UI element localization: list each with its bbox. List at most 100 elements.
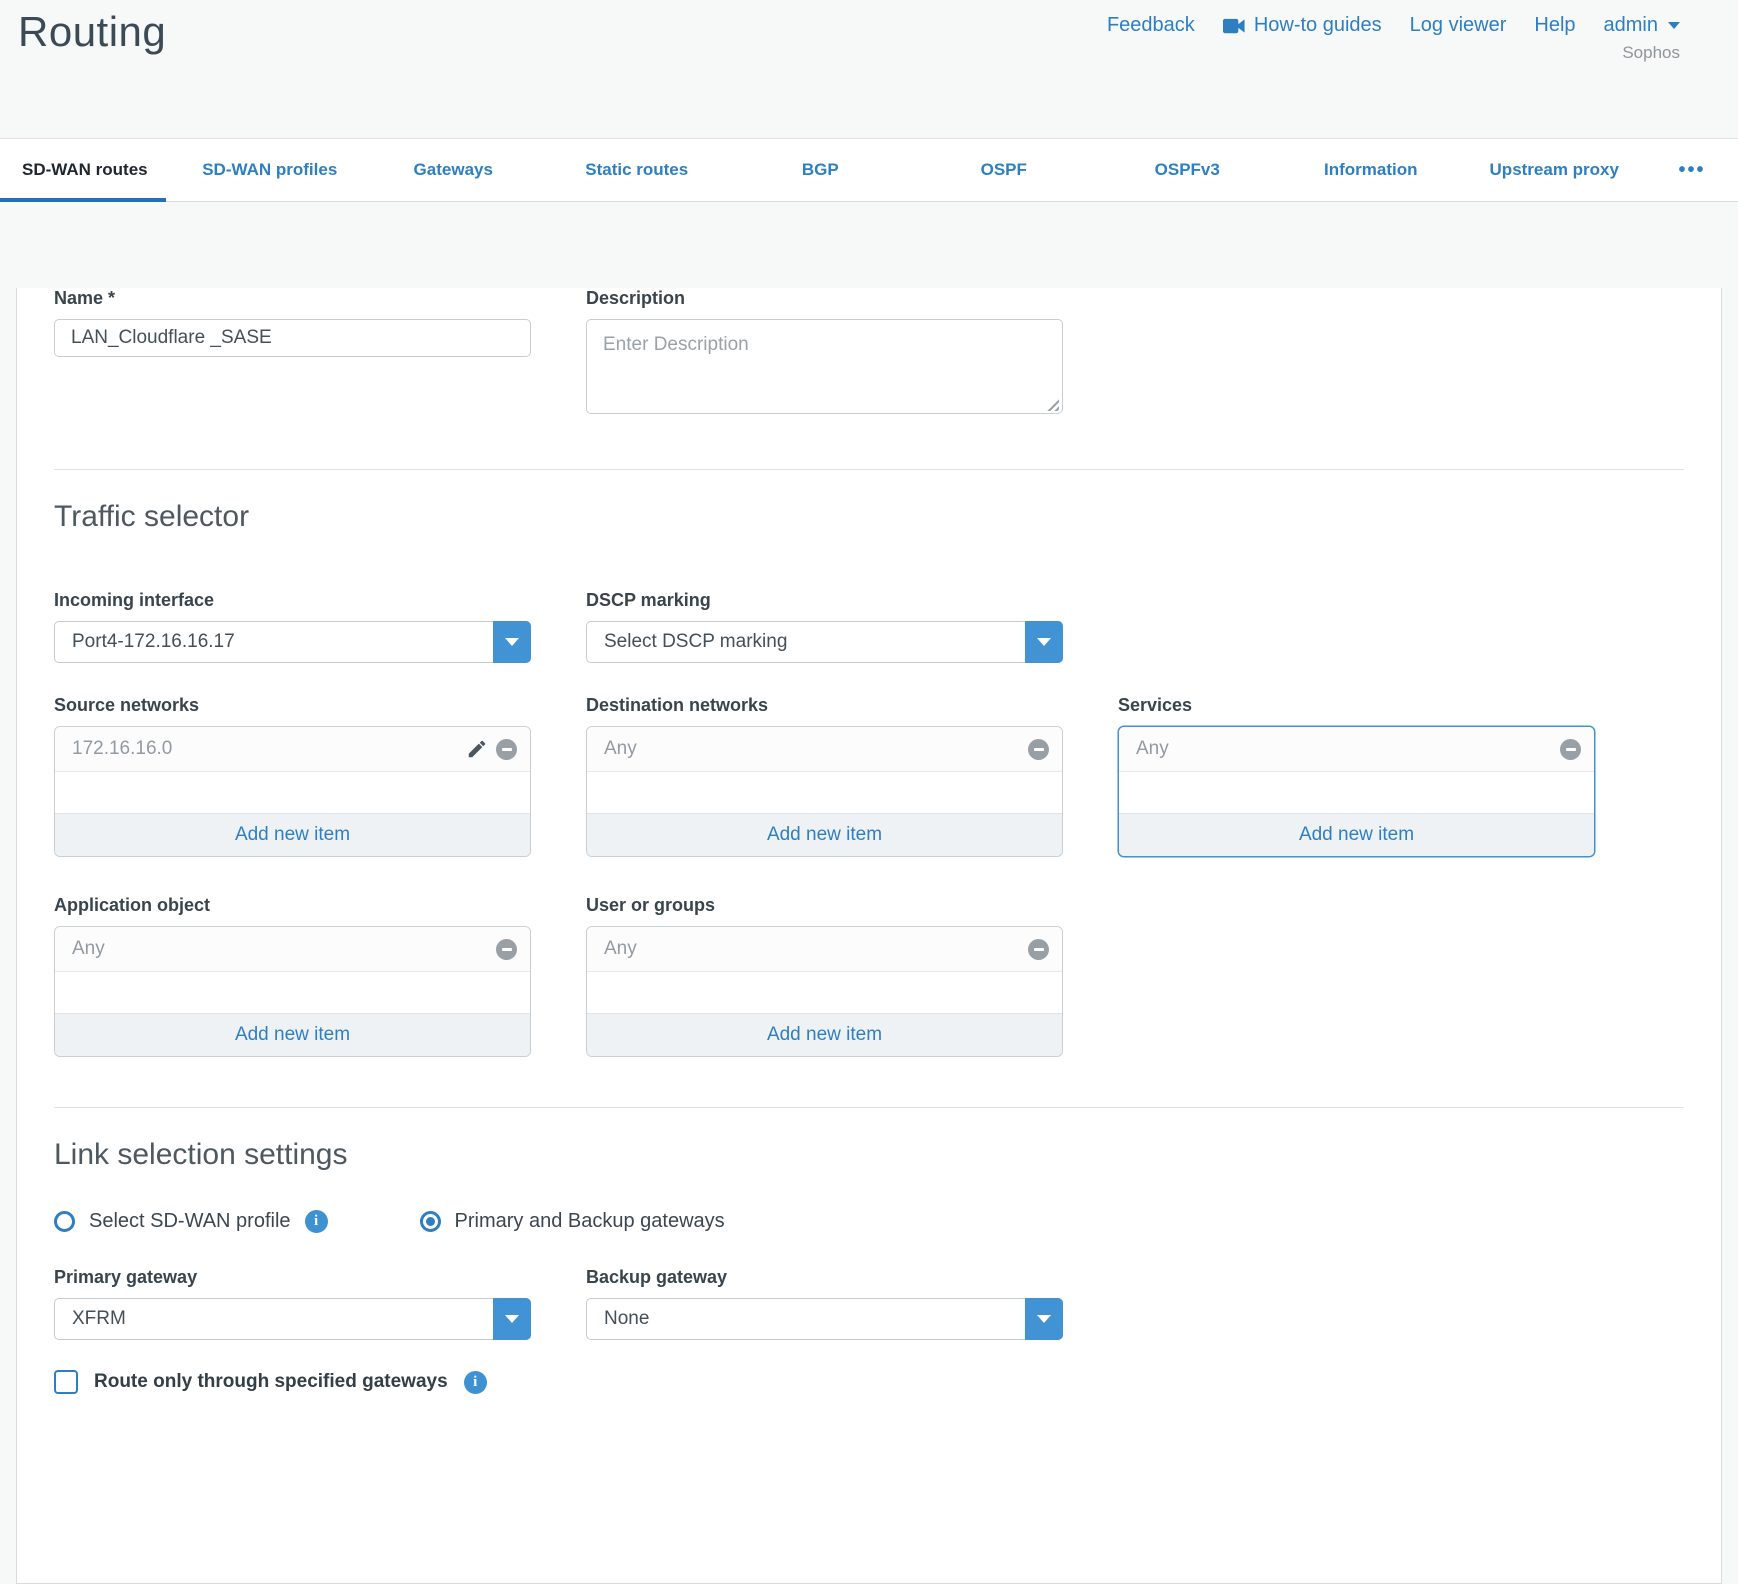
backup-gateway-value: None <box>587 1308 649 1330</box>
dscp-marking-label: DSCP marking <box>586 590 1063 611</box>
backup-gateway-group: Backup gateway None <box>586 1267 1063 1340</box>
route-only-checkbox[interactable] <box>54 1370 78 1394</box>
listbox-spacer <box>1119 772 1594 813</box>
tab-ospfv3[interactable]: OSPFv3 <box>1096 139 1280 201</box>
name-input[interactable] <box>54 319 531 357</box>
admin-menu-button[interactable]: admin <box>1604 14 1680 37</box>
remove-icon[interactable] <box>1028 939 1049 960</box>
application-object-listbox: Any Add new item <box>54 926 531 1057</box>
user-or-groups-group: User or groups Any Add new item <box>586 895 1063 1057</box>
list-item: Any <box>55 927 530 972</box>
tab-bgp[interactable]: BGP <box>729 139 913 201</box>
destination-networks-label: Destination networks <box>586 695 1063 716</box>
radio-select-sdwan-profile[interactable]: Select SD-WAN profile i <box>54 1210 328 1233</box>
edit-icon[interactable] <box>466 738 488 760</box>
add-new-item-button[interactable]: Add new item <box>587 1013 1062 1056</box>
admin-menu-label: admin <box>1604 14 1658 37</box>
list-item-label: Any <box>1136 738 1560 760</box>
tab-ospf[interactable]: OSPF <box>912 139 1096 201</box>
tab-bar: SD-WAN routes SD-WAN profiles Gateways S… <box>0 138 1738 202</box>
add-new-item-button[interactable]: Add new item <box>1119 813 1594 856</box>
listbox-spacer <box>55 772 530 813</box>
list-item: 172.16.16.0 <box>55 727 530 772</box>
section-divider <box>54 1107 1684 1108</box>
listbox-spacer <box>587 772 1062 813</box>
list-item: Any <box>1119 727 1594 772</box>
radio-label: Select SD-WAN profile <box>89 1210 291 1233</box>
add-new-item-button[interactable]: Add new item <box>55 1013 530 1056</box>
services-group: Services Any Add new item <box>1118 695 1595 857</box>
source-networks-label: Source networks <box>54 695 531 716</box>
triangle-down-glyph <box>505 638 519 646</box>
remove-icon[interactable] <box>1560 739 1581 760</box>
description-input[interactable] <box>586 319 1063 414</box>
primary-gateway-value: XFRM <box>55 1308 126 1330</box>
tab-gateways[interactable]: Gateways <box>362 139 546 201</box>
primary-gateway-group: Primary gateway XFRM <box>54 1267 531 1340</box>
destination-networks-group: Destination networks Any Add new item <box>586 695 1063 857</box>
traffic-selector-heading: Traffic selector <box>54 500 1684 534</box>
tab-information[interactable]: Information <box>1279 139 1463 201</box>
radio-primary-backup-gateways[interactable]: Primary and Backup gateways <box>420 1210 725 1233</box>
radio-selected-icon[interactable] <box>420 1211 441 1232</box>
radio-unselected-icon[interactable] <box>54 1211 75 1232</box>
backup-gateway-select[interactable]: None <box>586 1298 1063 1340</box>
required-mark: * <box>108 288 115 308</box>
listbox-spacer <box>587 972 1062 1013</box>
chevron-down-icon[interactable] <box>1025 621 1063 663</box>
dscp-marking-select[interactable]: Select DSCP marking <box>586 621 1063 663</box>
dscp-marking-value: Select DSCP marking <box>587 631 787 653</box>
tab-sdwan-profiles[interactable]: SD-WAN profiles <box>178 139 362 201</box>
route-only-label: Route only through specified gateways <box>94 1371 448 1393</box>
remove-icon[interactable] <box>496 739 517 760</box>
chevron-down-icon[interactable] <box>1025 1298 1063 1340</box>
howto-guides-link[interactable]: How-to guides <box>1223 14 1382 37</box>
info-icon[interactable]: i <box>464 1371 487 1394</box>
add-new-item-button[interactable]: Add new item <box>55 813 530 856</box>
org-name: Sophos <box>1107 43 1680 63</box>
backup-gateway-label: Backup gateway <box>586 1267 1063 1288</box>
feedback-link[interactable]: Feedback <box>1107 14 1195 37</box>
incoming-interface-select[interactable]: Port4-172.16.16.17 <box>54 621 531 663</box>
description-field-group: Description <box>586 288 1063 419</box>
description-label: Description <box>586 288 1063 309</box>
section-divider <box>54 469 1684 470</box>
name-field-group: Name * <box>54 288 531 419</box>
dscp-marking-group: DSCP marking Select DSCP marking <box>586 590 1063 663</box>
header-right: Feedback How-to guides Log viewer Help a… <box>1107 14 1680 63</box>
page-title: Routing <box>18 8 166 56</box>
primary-gateway-select[interactable]: XFRM <box>54 1298 531 1340</box>
triangle-down-glyph <box>1037 638 1051 646</box>
services-listbox: Any Add new item <box>1118 726 1595 857</box>
tab-overflow-menu[interactable]: ••• <box>1646 139 1738 201</box>
list-item: Any <box>587 727 1062 772</box>
help-link[interactable]: Help <box>1534 14 1575 37</box>
tab-static-routes[interactable]: Static routes <box>545 139 729 201</box>
application-object-label: Application object <box>54 895 531 916</box>
list-item: Any <box>587 927 1062 972</box>
remove-icon[interactable] <box>496 939 517 960</box>
user-or-groups-label: User or groups <box>586 895 1063 916</box>
link-selection-heading: Link selection settings <box>54 1138 1684 1172</box>
list-item-label: Any <box>604 738 1028 760</box>
chevron-down-icon[interactable] <box>493 621 531 663</box>
add-new-item-button[interactable]: Add new item <box>587 813 1062 856</box>
list-item-label: Any <box>604 938 1028 960</box>
remove-icon[interactable] <box>1028 739 1049 760</box>
chevron-down-icon[interactable] <box>493 1298 531 1340</box>
triangle-down-glyph <box>1037 1315 1051 1323</box>
tab-sdwan-routes[interactable]: SD-WAN routes <box>0 139 178 201</box>
primary-gateway-label: Primary gateway <box>54 1267 531 1288</box>
list-item-label: Any <box>72 938 496 960</box>
app-header: Routing Feedback How-to guides Log viewe… <box>0 0 1738 138</box>
destination-networks-listbox: Any Add new item <box>586 726 1063 857</box>
caret-down-icon <box>1668 22 1680 29</box>
info-icon[interactable]: i <box>305 1210 328 1233</box>
route-form-card: Name * Description Traffic selector Inco… <box>16 288 1722 1584</box>
radio-label: Primary and Backup gateways <box>455 1210 725 1233</box>
log-viewer-link[interactable]: Log viewer <box>1410 14 1507 37</box>
link-selection-options: Select SD-WAN profile i Primary and Back… <box>54 1210 1684 1233</box>
name-label: Name * <box>54 288 531 309</box>
tab-upstream-proxy[interactable]: Upstream proxy <box>1463 139 1647 201</box>
user-or-groups-listbox: Any Add new item <box>586 926 1063 1057</box>
